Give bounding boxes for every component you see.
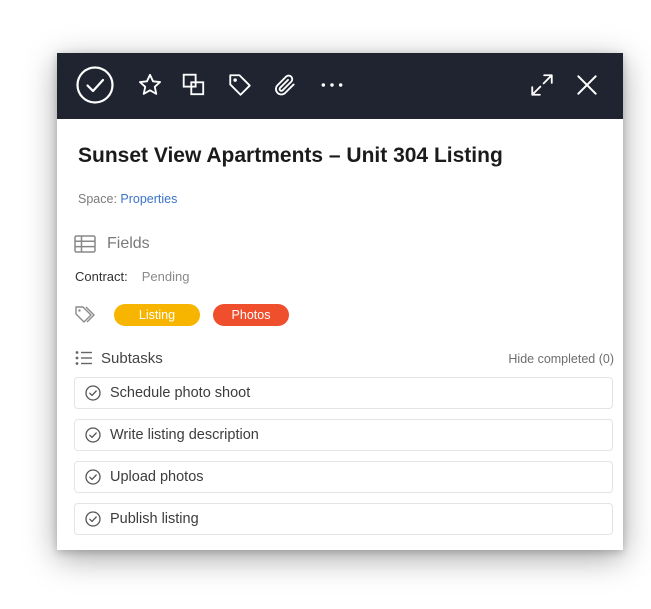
subtasks-title: Subtasks: [101, 349, 163, 367]
attach-button[interactable]: [269, 69, 301, 101]
table-icon: [74, 235, 96, 253]
subtasks-header: Subtasks: [75, 348, 163, 368]
space-info: Space: Properties: [78, 192, 177, 206]
screen: Sunset View Apartments – Unit 304 Listin…: [0, 0, 651, 609]
star-icon: [139, 73, 161, 95]
copy-icon: [182, 73, 205, 96]
contract-label: Contract:: [75, 269, 128, 284]
subtask-label: Write listing description: [110, 427, 259, 443]
subtask-item[interactable]: Schedule photo shoot: [74, 377, 613, 409]
close-icon: [577, 75, 597, 95]
duplicate-button[interactable]: [178, 69, 210, 101]
tags-row: Listing Photos: [74, 303, 289, 327]
task-toolbar: [57, 53, 623, 119]
tag-listing[interactable]: Listing: [114, 304, 200, 326]
hide-completed-toggle[interactable]: Hide completed (0): [508, 352, 614, 366]
more-options-button[interactable]: [316, 69, 348, 101]
space-label: Space:: [78, 192, 117, 206]
tag-icon: [229, 74, 251, 96]
subtask-item[interactable]: Publish listing: [74, 503, 613, 535]
paperclip-icon: [275, 74, 295, 96]
subtask-item[interactable]: Write listing description: [74, 419, 613, 451]
contract-value[interactable]: Pending: [142, 269, 190, 284]
expand-icon: [531, 74, 553, 96]
check-circle-icon: [76, 66, 114, 104]
subtask-check-icon[interactable]: [85, 511, 101, 527]
subtask-label: Schedule photo shoot: [110, 385, 251, 401]
favorite-button[interactable]: [134, 69, 166, 101]
add-tag-button[interactable]: [224, 69, 256, 101]
task-title[interactable]: Sunset View Apartments – Unit 304 Listin…: [78, 144, 608, 168]
fields-header: Fields: [74, 234, 150, 254]
subtask-list: Schedule photo shoot Write listing descr…: [74, 377, 613, 545]
list-icon: [75, 351, 92, 365]
subtask-item[interactable]: Upload photos: [74, 461, 613, 493]
fields-title: Fields: [107, 235, 150, 252]
task-detail-card: Sunset View Apartments – Unit 304 Listin…: [57, 53, 623, 550]
subtask-check-icon[interactable]: [85, 427, 101, 443]
subtask-check-icon[interactable]: [85, 385, 101, 401]
more-icon: [321, 83, 343, 87]
tag-photos[interactable]: Photos: [213, 304, 289, 326]
subtask-label: Upload photos: [110, 469, 204, 485]
subtask-check-icon[interactable]: [85, 469, 101, 485]
close-button[interactable]: [571, 69, 603, 101]
contract-field: Contract: Pending: [75, 269, 189, 284]
mark-complete-button[interactable]: [75, 65, 115, 105]
expand-button[interactable]: [526, 69, 558, 101]
subtask-label: Publish listing: [110, 511, 199, 527]
tags-icon: [75, 306, 95, 323]
space-link[interactable]: Properties: [120, 192, 177, 206]
